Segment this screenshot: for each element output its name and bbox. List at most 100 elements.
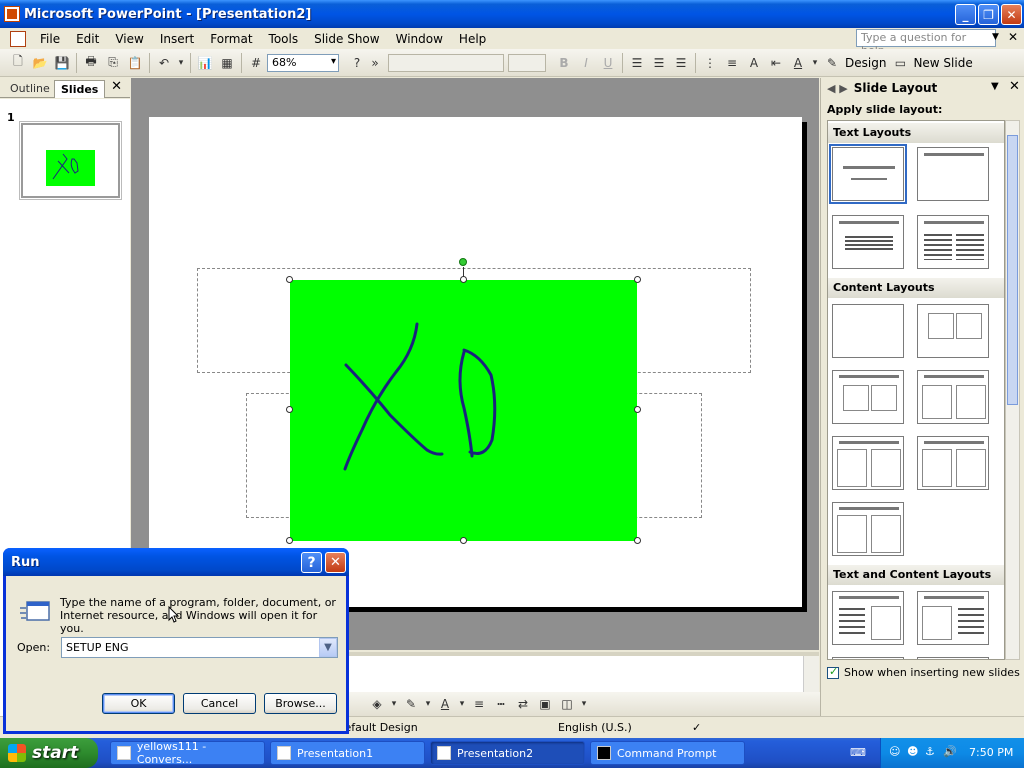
tab-slides[interactable]: Slides — [54, 80, 106, 98]
layout-title-2-content-content[interactable] — [917, 436, 989, 490]
task-presentation2[interactable]: Presentation2 — [430, 741, 585, 765]
font-size-select[interactable] — [508, 53, 546, 72]
insert-table-icon[interactable]: ▦ — [217, 53, 237, 73]
resize-handle[interactable] — [460, 276, 467, 283]
clock[interactable]: 7:50 PM — [969, 746, 1013, 759]
fill-color-icon[interactable]: ◈ — [367, 694, 387, 714]
layout-partial[interactable] — [832, 657, 904, 659]
help-search-input[interactable]: Type a question for help — [856, 29, 996, 57]
rotation-handle[interactable] — [459, 258, 467, 266]
paste-icon[interactable]: 📋 — [125, 53, 145, 73]
menu-format[interactable]: Format — [202, 32, 260, 46]
show-when-checkbox[interactable] — [827, 665, 839, 679]
italic-icon[interactable]: I — [576, 53, 596, 73]
layout-title-and-text[interactable] — [832, 215, 904, 269]
resize-handle[interactable] — [460, 537, 467, 544]
resize-handle[interactable] — [634, 276, 641, 283]
shadow-icon[interactable]: ▣ — [535, 694, 555, 714]
new-slide-button[interactable]: New Slide — [913, 56, 972, 70]
layout-two-column-text[interactable] — [917, 215, 989, 269]
chevron-down-icon[interactable]: ▼ — [991, 81, 999, 92]
close-document-icon[interactable]: ✕ — [1008, 30, 1018, 44]
layout-title-and-content[interactable] — [832, 370, 904, 424]
align-left-icon[interactable]: ☰ — [627, 53, 647, 73]
chevron-down-icon[interactable]: ▾ — [176, 53, 186, 73]
layout-partial[interactable] — [917, 657, 989, 659]
increase-font-icon[interactable]: A — [744, 53, 764, 73]
chevron-down-icon[interactable]: ▼ — [992, 32, 999, 42]
browse-button[interactable]: Browse... — [264, 693, 337, 714]
network-icon[interactable]: ⚓ — [925, 745, 935, 758]
back-arrow-icon[interactable]: ◀ ▶ — [827, 82, 848, 95]
notes-scrollbar[interactable] — [803, 656, 819, 696]
new-document-icon[interactable]: 🗋 — [8, 53, 28, 73]
chevron-down-icon[interactable]: ▾ — [389, 694, 399, 714]
line-style-icon[interactable]: ≡ — [469, 694, 489, 714]
layout-title-slide[interactable] — [829, 144, 907, 204]
scrollbar-thumb[interactable] — [1007, 135, 1018, 405]
help-assistant-icon[interactable]: ? — [347, 53, 367, 73]
run-dialog-title-bar[interactable]: Run — [3, 548, 349, 576]
line-color-icon[interactable]: ✎ — [401, 694, 421, 714]
3d-icon[interactable]: ◫ — [557, 694, 577, 714]
close-button[interactable]: ✕ — [1001, 4, 1022, 25]
print-icon[interactable]: 🖶 — [81, 53, 101, 73]
layout-title-text-content[interactable] — [832, 591, 904, 645]
align-right-icon[interactable]: ☰ — [671, 53, 691, 73]
menu-file[interactable]: File — [32, 32, 68, 46]
slide-thumbnail[interactable] — [19, 121, 122, 200]
grid-icon[interactable]: # — [246, 53, 266, 73]
task-conversation[interactable]: yellows111 - Convers... — [110, 740, 265, 766]
task-pane-scrollbar[interactable] — [1005, 120, 1020, 660]
spelling-icon[interactable]: ✓ — [692, 721, 701, 734]
layout-title-only[interactable] — [917, 147, 989, 201]
align-center-icon[interactable]: ☰ — [649, 53, 669, 73]
powerpoint-icon[interactable] — [4, 6, 20, 22]
layout-title-and-2-content[interactable] — [917, 370, 989, 424]
menu-view[interactable]: View — [107, 32, 151, 46]
menu-slide-show[interactable]: Slide Show — [306, 32, 387, 46]
menu-help[interactable]: Help — [451, 32, 494, 46]
decrease-indent-icon[interactable]: ⇤ — [766, 53, 786, 73]
copy-icon[interactable]: ⎘ — [103, 53, 123, 73]
restore-button[interactable]: ❐ — [978, 4, 999, 25]
menu-insert[interactable]: Insert — [152, 32, 202, 46]
resize-handle[interactable] — [634, 406, 641, 413]
undo-icon[interactable]: ↶ — [154, 53, 174, 73]
close-icon[interactable]: ✕ — [111, 79, 122, 94]
green-object[interactable] — [290, 280, 637, 541]
minimize-button[interactable]: _ — [955, 4, 976, 25]
chevron-down-icon[interactable]: ▼ — [319, 638, 337, 657]
bold-icon[interactable]: B — [554, 53, 574, 73]
new-slide-icon[interactable]: ▭ — [890, 53, 910, 73]
close-icon[interactable]: ✕ — [1009, 79, 1020, 94]
cancel-button[interactable]: Cancel — [183, 693, 256, 714]
open-input[interactable]: SETUP ENG — [61, 637, 338, 658]
layout-title-4-content[interactable] — [832, 502, 904, 556]
font-select[interactable] — [388, 53, 504, 72]
font-color-icon[interactable]: A — [435, 694, 455, 714]
layout-content[interactable] — [917, 304, 989, 358]
bullets-icon[interactable]: ≡ — [722, 53, 742, 73]
volume-icon[interactable]: 🔊 — [943, 745, 957, 758]
menu-window[interactable]: Window — [388, 32, 451, 46]
insert-chart-icon[interactable]: 📊 — [195, 53, 215, 73]
show-when-inserting[interactable]: Show when inserting new slides — [827, 665, 1020, 679]
numbering-icon[interactable]: ⋮ — [700, 53, 720, 73]
underline-icon[interactable]: U — [598, 53, 618, 73]
chevron-down-icon[interactable]: ▾ — [810, 53, 820, 73]
document-icon[interactable] — [10, 30, 26, 47]
zoom-select[interactable]: 68% — [267, 53, 339, 72]
resize-handle[interactable] — [286, 537, 293, 544]
design-icon[interactable]: ✎ — [822, 53, 842, 73]
save-icon[interactable]: 💾 — [52, 53, 72, 73]
keyboard-icon[interactable]: ⌨ — [850, 746, 866, 759]
dash-style-icon[interactable]: ┅ — [491, 694, 511, 714]
design-button[interactable]: Design — [845, 56, 886, 70]
task-command-prompt[interactable]: Command Prompt — [590, 741, 745, 765]
font-color-icon[interactable]: A — [788, 53, 808, 73]
task-presentation1[interactable]: Presentation1 — [270, 741, 425, 765]
menu-edit[interactable]: Edit — [68, 32, 107, 46]
slide-canvas[interactable] — [149, 117, 802, 607]
close-icon[interactable]: ✕ — [325, 552, 346, 573]
